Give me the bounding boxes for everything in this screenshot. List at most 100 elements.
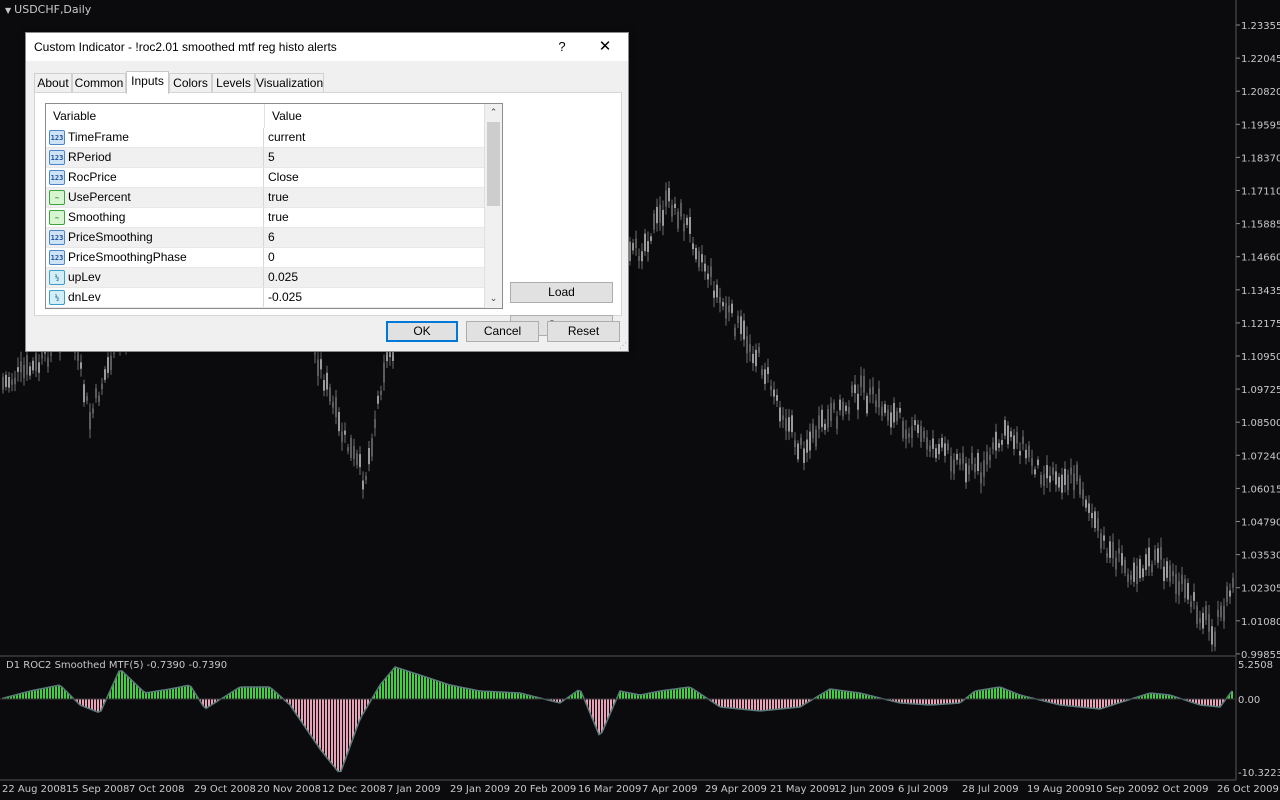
value-cell[interactable]: 6 — [268, 228, 275, 247]
candle-body — [773, 389, 775, 397]
candle-body — [830, 403, 832, 421]
tab-colors[interactable]: Colors — [169, 73, 212, 93]
chart-symbol-label[interactable]: ▼ USDCHF,Daily — [5, 3, 91, 16]
scroll-thumb[interactable] — [487, 122, 500, 206]
tab-about[interactable]: About — [34, 73, 72, 93]
input-row-rperiod[interactable]: 123 RPeriod 5 — [46, 148, 484, 168]
candle-body — [629, 241, 631, 261]
candle-body — [1004, 420, 1006, 436]
candle-body — [1001, 440, 1003, 445]
candle-body — [98, 395, 100, 402]
dialog-titlebar[interactable]: Custom Indicator - !roc2.01 smoothed mtf… — [26, 33, 628, 61]
load-button[interactable]: Load — [510, 282, 613, 303]
close-button[interactable]: ✕ — [594, 37, 616, 57]
date-tick-label: 16 Mar 2009 — [578, 784, 641, 795]
scroll-up-arrow-icon[interactable]: ⌃ — [485, 104, 502, 120]
variable-cell[interactable]: 123 PriceSmoothingPhase — [46, 248, 264, 267]
variable-cell[interactable]: 123 RocPrice — [46, 168, 264, 187]
candle-body — [1055, 471, 1057, 485]
date-tick-label: 2 Oct 2009 — [1153, 784, 1208, 795]
dropdown-triangle-icon[interactable]: ▼ — [5, 6, 11, 15]
candle-body — [935, 448, 937, 459]
input-row-pricesmoothing[interactable]: 123 PriceSmoothing 6 — [46, 228, 484, 248]
candle-body — [1133, 562, 1135, 582]
candle-body — [977, 452, 979, 472]
variable-cell[interactable]: 123 TimeFrame — [46, 128, 264, 147]
help-button[interactable]: ? — [552, 37, 572, 57]
candle-body — [1181, 574, 1183, 584]
candle-body — [1160, 547, 1162, 560]
variable-cell[interactable]: 123 PriceSmoothing — [46, 228, 264, 247]
date-tick-label: 15 Sep 2008 — [66, 784, 129, 795]
price-tick-label: 1.23355 — [1241, 21, 1280, 32]
candle-body — [1226, 586, 1228, 602]
tab-common[interactable]: Common — [72, 73, 126, 93]
dbl-type-icon: ½ — [49, 270, 65, 285]
candle-body — [917, 424, 919, 433]
value-cell[interactable]: true — [268, 188, 289, 207]
variable-cell[interactable]: ½ dnLev — [46, 288, 264, 307]
price-tick-label: 1.17110 — [1241, 187, 1280, 198]
ok-button[interactable]: OK — [386, 321, 458, 342]
tab-visualization[interactable]: Visualization — [255, 73, 324, 93]
value-cell[interactable]: 5 — [268, 148, 275, 167]
value-cell[interactable]: true — [268, 208, 289, 227]
candle-body — [1091, 512, 1093, 519]
candle-body — [839, 399, 841, 411]
grid-scrollbar[interactable]: ⌃ ⌄ — [484, 104, 502, 308]
variable-name: RocPrice — [68, 170, 117, 184]
input-row-timeframe[interactable]: 123 TimeFrame current — [46, 128, 484, 148]
input-row-usepercent[interactable]: ~ UsePercent true — [46, 188, 484, 208]
value-cell[interactable]: 0.025 — [268, 268, 298, 287]
date-tick-label: 7 Apr 2009 — [642, 784, 697, 795]
candle-body — [344, 430, 346, 435]
input-row-dnlev[interactable]: ½ dnLev -0.025 — [46, 288, 484, 308]
input-row-rocprice[interactable]: 123 RocPrice Close — [46, 168, 484, 188]
candle-body — [947, 443, 949, 451]
candle-body — [1127, 574, 1129, 582]
candle-body — [1094, 511, 1096, 529]
candle-body — [779, 407, 781, 422]
column-header-variable[interactable]: Variable — [46, 104, 264, 128]
date-tick-label: 12 Dec 2008 — [322, 784, 386, 795]
input-row-uplev[interactable]: ½ upLev 0.025 — [46, 268, 484, 288]
inputs-grid[interactable]: Variable Value 123 TimeFrame current 123 RPe… — [45, 103, 503, 309]
candle-body — [332, 402, 334, 408]
candle-body — [848, 407, 850, 414]
candle-body — [749, 344, 751, 352]
candle-body — [890, 412, 892, 428]
candle-body — [320, 359, 322, 370]
reset-button[interactable]: Reset — [547, 321, 620, 342]
candle-body — [1028, 445, 1030, 458]
variable-cell[interactable]: 123 RPeriod — [46, 148, 264, 167]
candle-body — [974, 463, 976, 473]
candle-body — [35, 352, 37, 371]
candle-body — [980, 472, 982, 484]
column-header-value[interactable]: Value — [265, 104, 484, 128]
cancel-button[interactable]: Cancel — [466, 321, 539, 342]
value-cell[interactable]: -0.025 — [268, 288, 302, 307]
resize-grip-icon[interactable]: ⋰ — [619, 341, 627, 350]
tab-inputs[interactable]: Inputs — [126, 71, 169, 94]
value-cell[interactable]: Close — [268, 168, 299, 187]
candle-body — [1019, 450, 1021, 456]
candle-body — [89, 412, 91, 430]
input-row-pricesmoothingphase[interactable]: 123 PriceSmoothingPhase 0 — [46, 248, 484, 268]
value-cell[interactable]: 0 — [268, 248, 275, 267]
tab-levels[interactable]: Levels — [212, 73, 255, 93]
date-tick-label: 10 Sep 2009 — [1090, 784, 1153, 795]
variable-cell[interactable]: ~ Smoothing — [46, 208, 264, 227]
candle-body — [23, 364, 25, 378]
candle-body — [38, 362, 40, 373]
scroll-down-arrow-icon[interactable]: ⌄ — [485, 290, 502, 306]
date-tick-label: 20 Feb 2009 — [514, 784, 576, 795]
value-cell[interactable]: current — [268, 128, 305, 147]
candle-body — [1154, 549, 1156, 561]
input-row-smoothing[interactable]: ~ Smoothing true — [46, 208, 484, 228]
candle-body — [995, 431, 997, 451]
variable-cell[interactable]: ½ upLev — [46, 268, 264, 287]
dialog-body: About Common Inputs Colors Levels Visual… — [26, 61, 628, 351]
candle-body — [818, 415, 820, 430]
price-tick-label: 1.09725 — [1241, 385, 1280, 396]
variable-cell[interactable]: ~ UsePercent — [46, 188, 264, 207]
